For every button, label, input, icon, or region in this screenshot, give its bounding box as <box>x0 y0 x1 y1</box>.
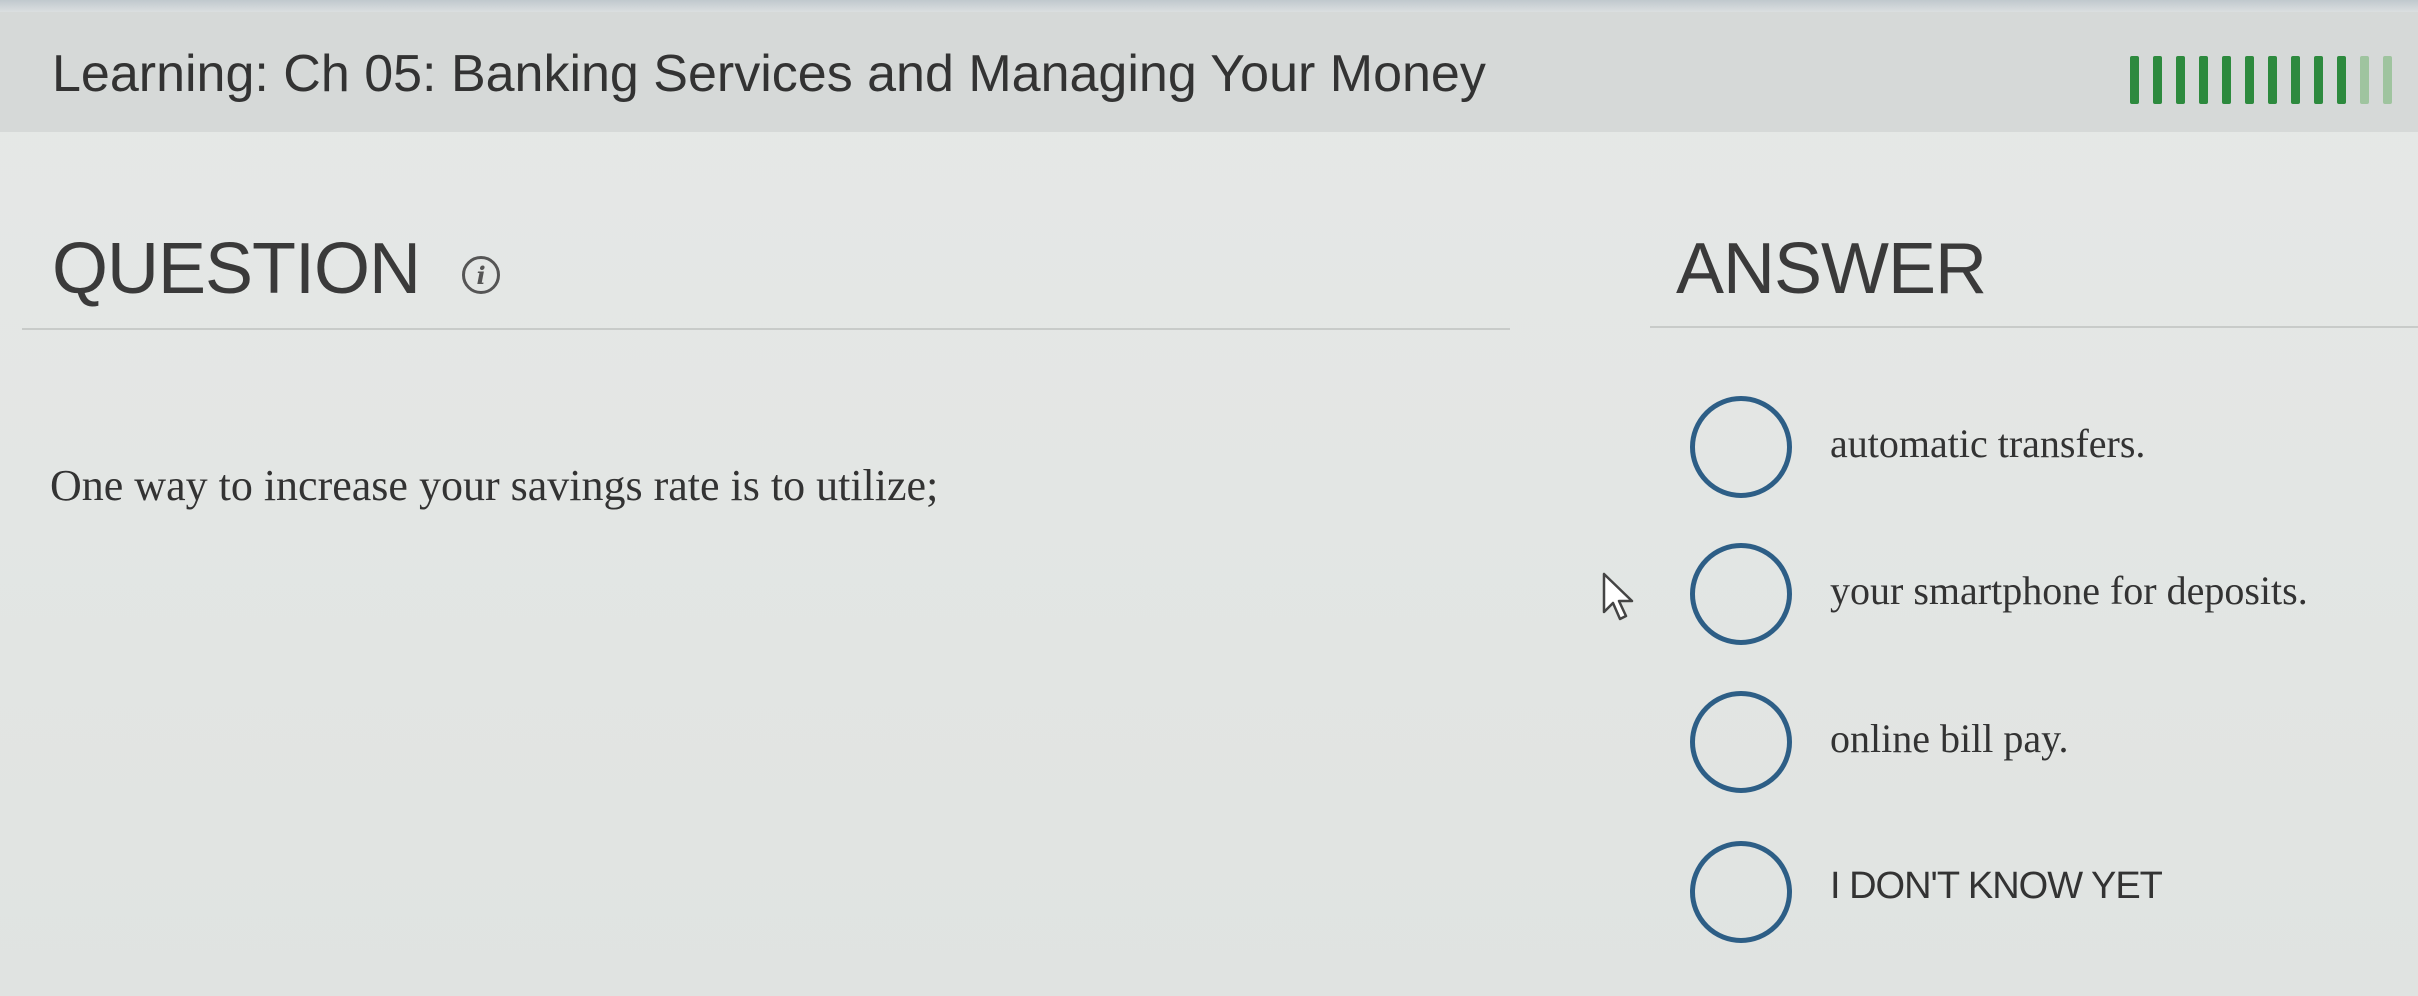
radio-button[interactable] <box>1690 396 1792 498</box>
progress-segment-filled <box>2245 56 2254 104</box>
progress-segment-filled <box>2268 56 2277 104</box>
answer-option[interactable]: online bill pay. <box>1690 691 2410 801</box>
module-title: Learning: Ch 05: Banking Services and Ma… <box>52 45 1486 103</box>
progress-segment-filled <box>2199 56 2208 104</box>
answer-option-label[interactable]: your smartphone for deposits. <box>1830 567 2308 614</box>
answer-option-label[interactable]: I DON'T KNOW YET <box>1830 865 2163 908</box>
progress-segment-filled <box>2222 56 2231 104</box>
progress-segment-empty <box>2360 56 2369 104</box>
progress-segment-filled <box>2291 56 2300 104</box>
question-divider <box>22 328 1510 330</box>
progress-segment-filled <box>2337 56 2346 104</box>
answer-option-label[interactable]: online bill pay. <box>1830 715 2068 762</box>
progress-segment-filled <box>2130 56 2139 104</box>
mouse-cursor-icon <box>1602 572 1634 621</box>
progress-meter <box>2130 56 2392 104</box>
progress-segment-filled <box>2176 56 2185 104</box>
answer-option[interactable]: your smartphone for deposits. <box>1690 543 2410 653</box>
window-top-edge <box>0 0 2418 12</box>
radio-button[interactable] <box>1690 841 1792 943</box>
answer-divider <box>1650 326 2418 328</box>
question-text: One way to increase your savings rate is… <box>50 461 939 510</box>
answer-heading: ANSWER <box>1676 229 1987 309</box>
radio-button[interactable] <box>1690 691 1792 793</box>
progress-segment-filled <box>2314 56 2323 104</box>
answer-option-label[interactable]: automatic transfers. <box>1830 420 2145 467</box>
progress-segment-empty <box>2383 56 2392 104</box>
answer-option-dont-know[interactable]: I DON'T KNOW YET <box>1690 841 2410 951</box>
answer-option[interactable]: automatic transfers. <box>1690 396 2410 506</box>
progress-segment-filled <box>2153 56 2162 104</box>
question-heading: QUESTION <box>52 229 421 309</box>
radio-button[interactable] <box>1690 543 1792 645</box>
info-icon[interactable]: i <box>462 256 500 294</box>
